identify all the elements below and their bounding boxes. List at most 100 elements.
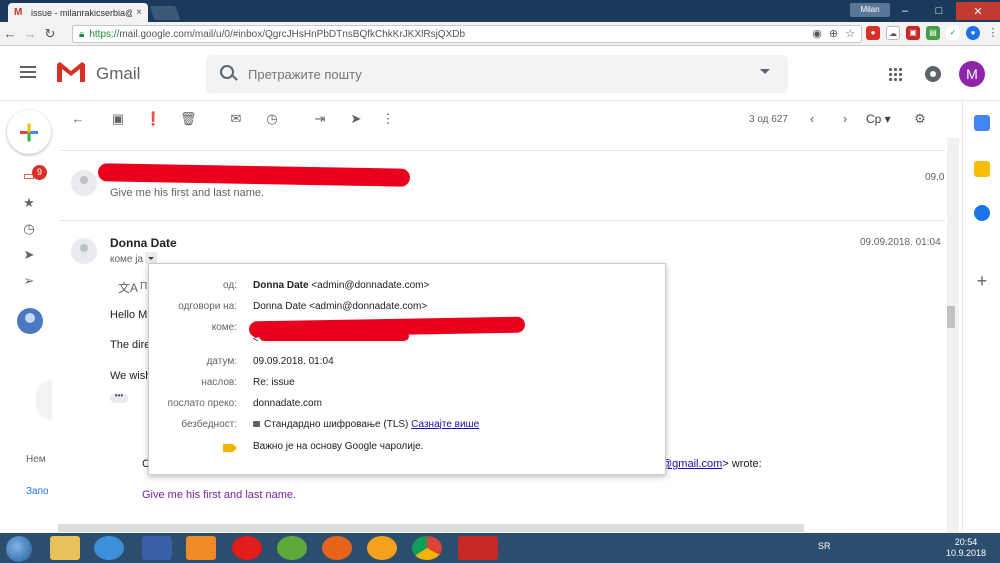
move-to-icon[interactable]: ⇥ (312, 111, 328, 127)
minimize-button[interactable]: – (888, 2, 922, 20)
google-apps-icon[interactable] (888, 67, 902, 81)
internet-explorer-icon[interactable] (94, 536, 124, 560)
message-snippet[interactable]: Give me his first and last name. (110, 187, 264, 199)
chrome-menu-icon[interactable]: ⋮ (986, 26, 1000, 40)
back-to-inbox-icon[interactable]: ← (70, 111, 86, 127)
message-date: 09.09.2018. 01:04 (860, 237, 941, 248)
labels-icon[interactable]: ➤ (348, 111, 364, 127)
pagination-count: 3 од 627 (749, 114, 788, 125)
scrollbar-thumb[interactable] (947, 306, 955, 328)
url-text: mail.google.com/mail/u/0/#inbox/QgrcJHsH… (119, 28, 466, 40)
start-button[interactable] (6, 536, 32, 562)
window-close-button[interactable]: ✕ (956, 2, 1000, 20)
mark-unread-icon[interactable]: ✉ (228, 111, 244, 127)
delete-trash-icon[interactable]: 🗑︎ (180, 111, 197, 127)
utorrent-icon[interactable] (277, 536, 307, 560)
body-line: Hello Mi (110, 309, 150, 321)
quoted-email-link[interactable]: @gmail.com (661, 458, 722, 470)
address-bar[interactable]: 🔒︎ https:// mail.google.com/mail/u/0/#in… (72, 25, 862, 43)
tray-language[interactable]: SR (818, 541, 831, 551)
extension-green-icon[interactable]: ▤ (926, 26, 940, 40)
gmail-header: Gmail M (0, 47, 1000, 101)
newer-chevron-icon[interactable]: ‹ (804, 111, 820, 127)
settings-gear-icon[interactable]: ⚙ (912, 111, 928, 127)
security-text: Стандардно шифровање (TLS) (264, 419, 412, 430)
detail-label: безбедност: (181, 419, 237, 430)
main-menu-icon[interactable] (20, 66, 36, 78)
input-tools-selector[interactable]: Ср ▾ (866, 112, 891, 126)
screenshot-app-icon[interactable] (458, 536, 498, 560)
vertical-scrollbar[interactable] (947, 138, 959, 533)
bookmark-star-icon[interactable]: ☆ (845, 27, 855, 40)
horizontal-scrollbar[interactable] (58, 524, 804, 532)
lock-icon (253, 421, 260, 427)
more-options-icon[interactable]: ⋮ (380, 111, 396, 127)
forward-arrow-icon[interactable]: → (20, 26, 40, 41)
search-input[interactable] (248, 64, 728, 84)
extension-check-icon[interactable]: ✓ (946, 26, 960, 40)
account-avatar[interactable]: M (959, 61, 985, 87)
older-chevron-icon[interactable]: › (837, 111, 853, 127)
clock-time: 20:54 (954, 537, 978, 547)
app-orange-icon[interactable] (367, 536, 397, 560)
learn-more-link[interactable]: Сазнајте више (411, 419, 479, 430)
add-addon-plus-icon[interactable]: + (974, 272, 990, 290)
show-trimmed-content-button[interactable]: ••• (110, 392, 128, 403)
firefox-icon[interactable] (322, 536, 352, 560)
taskbar-clock[interactable]: 20:54 10.9.2018 (946, 537, 986, 559)
snooze-icon[interactable]: ◷ (264, 111, 280, 127)
detail-label: послато преко: (167, 398, 237, 409)
new-tab-button[interactable] (149, 6, 181, 20)
browser-tab-strip: M issue - milanrakicserbia@ × Milan – □ … (0, 0, 1000, 22)
sender-name[interactable]: Donna Date (110, 236, 177, 250)
translate-icon[interactable]: 文A (118, 279, 138, 296)
quoted-body: Give me his first and last name. (142, 489, 297, 501)
hangouts-avatar[interactable] (17, 308, 43, 334)
save-disk-icon[interactable] (142, 536, 172, 560)
detail-value: donnadate.com (253, 398, 322, 409)
detail-row-reply-to: одговори на: Donna Date <admin@donnadate… (149, 301, 667, 317)
message-divider (60, 220, 945, 221)
search-bar[interactable] (206, 55, 788, 93)
archive-icon[interactable]: ▣ (110, 111, 126, 127)
chrome-icon[interactable] (412, 536, 442, 560)
redaction-mark (259, 331, 409, 341)
opera-icon[interactable] (232, 536, 262, 560)
notifications-icon[interactable] (925, 66, 941, 82)
tab-close-icon[interactable]: × (136, 7, 142, 18)
maximize-button[interactable]: □ (922, 2, 956, 20)
detail-value: Donna Date <admin@donnadate.com> (253, 301, 428, 312)
extension-red-icon[interactable]: ▣ (906, 26, 920, 40)
extension-stop-icon[interactable]: ● (866, 26, 880, 40)
sidebar-link-fragment[interactable]: Запо (26, 486, 49, 497)
from-email: <admin@donnadate.com> (308, 280, 430, 291)
important-label-icon[interactable]: ➤ (20, 246, 38, 264)
report-spam-icon[interactable]: ❗ (145, 111, 161, 127)
back-arrow-icon[interactable]: ← (0, 26, 20, 41)
snoozed-clock-icon[interactable]: ◷ (20, 220, 38, 238)
browser-profile-chip[interactable]: Milan (850, 3, 890, 17)
gmail-favicon-icon: M (14, 6, 23, 18)
starred-icon[interactable]: ★ (20, 194, 38, 212)
reload-icon[interactable]: ↻ (40, 26, 60, 42)
zoom-icon[interactable]: ⊕ (829, 27, 838, 40)
tasks-icon[interactable] (974, 205, 990, 221)
file-explorer-icon[interactable] (50, 536, 80, 560)
search-options-chevron-icon[interactable] (760, 69, 770, 74)
calendar-icon[interactable] (974, 115, 990, 131)
from-name: Donna Date (253, 280, 309, 291)
detail-label: датум: (206, 356, 237, 367)
search-icon[interactable] (220, 65, 234, 79)
extension-cloud-icon[interactable]: ☁ (886, 26, 900, 40)
compose-button[interactable] (7, 110, 51, 154)
media-player-icon[interactable] (186, 536, 216, 560)
body-line: We wish (110, 370, 152, 382)
view-icon[interactable]: ◉ (812, 27, 822, 40)
detail-row-importance: Важно је на основу Google чаролије. (149, 441, 667, 457)
quoted-header-suffix: > wrote: (722, 458, 762, 470)
sent-icon[interactable]: ➢ (20, 272, 38, 290)
browser-tab[interactable]: M issue - milanrakicserbia@ × (8, 3, 148, 22)
side-panel: + (962, 101, 1000, 531)
keep-icon[interactable] (974, 161, 990, 177)
extension-profile-icon[interactable]: ● (966, 26, 980, 40)
